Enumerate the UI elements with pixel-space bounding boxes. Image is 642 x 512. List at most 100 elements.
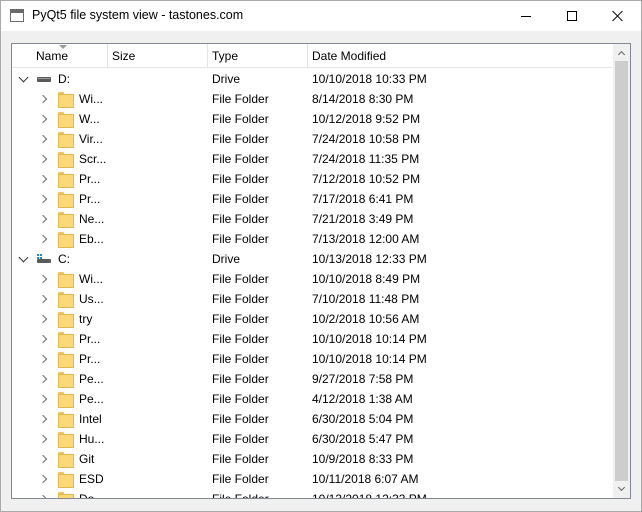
chevron-right-icon[interactable] xyxy=(38,489,50,498)
item-name: Pe... xyxy=(79,392,104,406)
chevron-right-icon[interactable] xyxy=(38,209,50,229)
item-name: Do... xyxy=(79,492,105,499)
tree-row-folder[interactable]: Wi... File Folder 10/10/2018 8:49 PM xyxy=(12,269,612,289)
scroll-up-arrow-icon[interactable] xyxy=(613,44,630,61)
item-type: File Folder xyxy=(212,92,269,106)
item-date-modified: 7/10/2018 11:48 PM xyxy=(312,292,420,306)
title-bar[interactable]: PyQt5 file system view - tastones.com xyxy=(1,1,641,31)
chevron-right-icon[interactable] xyxy=(38,109,50,129)
item-type: File Folder xyxy=(212,472,269,486)
item-type: File Folder xyxy=(212,492,269,499)
folder-icon xyxy=(58,491,74,498)
column-header-size[interactable]: Size xyxy=(108,44,208,68)
item-name: Wi... xyxy=(79,272,103,286)
tree-row-folder[interactable]: Ne... File Folder 7/21/2018 3:49 PM xyxy=(12,209,612,229)
item-name: Pr... xyxy=(79,172,101,186)
tree-row-folder[interactable]: Pr... File Folder 10/10/2018 10:14 PM xyxy=(12,329,612,349)
column-header-type[interactable]: Type xyxy=(208,44,308,68)
chevron-right-icon[interactable] xyxy=(38,169,50,189)
scrollbar-thumb[interactable] xyxy=(615,61,628,481)
chevron-right-icon[interactable] xyxy=(38,189,50,209)
maximize-icon xyxy=(567,11,577,21)
vertical-scrollbar[interactable] xyxy=(613,44,630,498)
item-date-modified: 8/14/2018 8:30 PM xyxy=(312,92,414,106)
tree-row-folder[interactable]: Us... File Folder 7/10/2018 11:48 PM xyxy=(12,289,612,309)
chevron-down-icon[interactable] xyxy=(18,249,30,269)
item-type: File Folder xyxy=(212,232,269,246)
folder-icon xyxy=(58,471,74,488)
item-date-modified: 7/13/2018 12:00 AM xyxy=(312,232,420,246)
folder-icon xyxy=(58,431,74,448)
item-date-modified: 7/24/2018 11:35 PM xyxy=(312,152,420,166)
tree-row-folder[interactable]: W... File Folder 10/12/2018 9:52 PM xyxy=(12,109,612,129)
tree-row-folder[interactable]: Hu... File Folder 6/30/2018 5:47 PM xyxy=(12,429,612,449)
tree-row-drive[interactable]: D: Drive 10/10/2018 10:33 PM xyxy=(12,69,612,89)
close-icon xyxy=(612,10,624,22)
item-type: File Folder xyxy=(212,392,269,406)
item-name: D: xyxy=(58,72,70,86)
tree-row-folder[interactable]: Vir... File Folder 7/24/2018 10:58 PM xyxy=(12,129,612,149)
close-button[interactable] xyxy=(595,1,641,31)
column-header-name[interactable]: Name xyxy=(12,44,108,68)
tree-row-folder[interactable]: Do... File Folder 10/13/2018 12:33 PM xyxy=(12,489,612,499)
folder-icon xyxy=(58,331,74,348)
tree-row-folder[interactable]: Pr... File Folder 7/17/2018 6:41 PM xyxy=(12,189,612,209)
drive-d-icon xyxy=(37,74,51,84)
chevron-right-icon[interactable] xyxy=(38,449,50,469)
tree-row-folder[interactable]: Eb... File Folder 7/13/2018 12:00 AM xyxy=(12,229,612,249)
tree-row-folder[interactable]: Pe... File Folder 9/27/2018 7:58 PM xyxy=(12,369,612,389)
tree-row-drive[interactable]: C: Drive 10/13/2018 12:33 PM xyxy=(12,249,612,269)
chevron-right-icon[interactable] xyxy=(38,389,50,409)
chevron-right-icon[interactable] xyxy=(38,469,50,489)
item-type: Drive xyxy=(212,252,241,266)
chevron-right-icon[interactable] xyxy=(38,429,50,449)
scroll-down-arrow-icon[interactable] xyxy=(613,481,630,498)
item-date-modified: 10/11/2018 6:07 AM xyxy=(312,472,419,486)
minimize-button[interactable] xyxy=(503,1,549,31)
column-header: Name Size Type Date Modified xyxy=(12,44,612,68)
chevron-down-icon[interactable] xyxy=(18,69,30,89)
tree-row-folder[interactable]: Intel File Folder 6/30/2018 5:04 PM xyxy=(12,409,612,429)
tree-row-folder[interactable]: Pr... File Folder 10/10/2018 10:14 PM xyxy=(12,349,612,369)
folder-icon xyxy=(58,91,74,108)
chevron-right-icon[interactable] xyxy=(38,89,50,109)
item-name: Hu... xyxy=(79,432,105,446)
item-name: Pr... xyxy=(79,332,101,346)
tree-row-folder[interactable]: Pr... File Folder 7/12/2018 10:52 PM xyxy=(12,169,612,189)
tree-row-folder[interactable]: Scr... File Folder 7/24/2018 11:35 PM xyxy=(12,149,612,169)
tree-row-folder[interactable]: Pe... File Folder 4/12/2018 1:38 AM xyxy=(12,389,612,409)
folder-icon xyxy=(58,291,74,308)
folder-icon xyxy=(58,171,74,188)
maximize-button[interactable] xyxy=(549,1,595,31)
chevron-right-icon[interactable] xyxy=(38,289,50,309)
tree-row-folder[interactable]: Git File Folder 10/9/2018 8:33 PM xyxy=(12,449,612,469)
chevron-right-icon[interactable] xyxy=(38,149,50,169)
item-date-modified: 10/9/2018 8:33 PM xyxy=(312,452,414,466)
item-date-modified: 6/30/2018 5:04 PM xyxy=(312,412,414,426)
tree-row-folder[interactable]: Wi... File Folder 8/14/2018 8:30 PM xyxy=(12,89,612,109)
item-type: File Folder xyxy=(212,332,269,346)
chevron-right-icon[interactable] xyxy=(38,229,50,249)
item-name: Pe... xyxy=(79,372,104,386)
item-name: ESD xyxy=(79,472,104,486)
item-date-modified: 10/2/2018 10:56 AM xyxy=(312,312,420,326)
app-window: PyQt5 file system view - tastones.com Na… xyxy=(0,0,642,512)
drive-c-icon xyxy=(37,254,51,264)
chevron-right-icon[interactable] xyxy=(38,269,50,289)
file-system-tree-view[interactable]: Name Size Type Date Modified D: Drive 10/1… xyxy=(11,43,631,499)
item-type: File Folder xyxy=(212,172,269,186)
tree-row-folder[interactable]: try File Folder 10/2/2018 10:56 AM xyxy=(12,309,612,329)
item-type: File Folder xyxy=(212,312,269,326)
chevron-right-icon[interactable] xyxy=(38,329,50,349)
item-name: Pr... xyxy=(79,352,101,366)
chevron-right-icon[interactable] xyxy=(38,409,50,429)
item-date-modified: 9/27/2018 7:58 PM xyxy=(312,372,414,386)
item-type: File Folder xyxy=(212,452,269,466)
tree-row-folder[interactable]: ESD File Folder 10/11/2018 6:07 AM xyxy=(12,469,612,489)
chevron-right-icon[interactable] xyxy=(38,129,50,149)
item-date-modified: 7/17/2018 6:41 PM xyxy=(312,192,414,206)
column-header-date-modified[interactable]: Date Modified xyxy=(308,44,612,68)
chevron-right-icon[interactable] xyxy=(38,349,50,369)
chevron-right-icon[interactable] xyxy=(38,309,50,329)
chevron-right-icon[interactable] xyxy=(38,369,50,389)
